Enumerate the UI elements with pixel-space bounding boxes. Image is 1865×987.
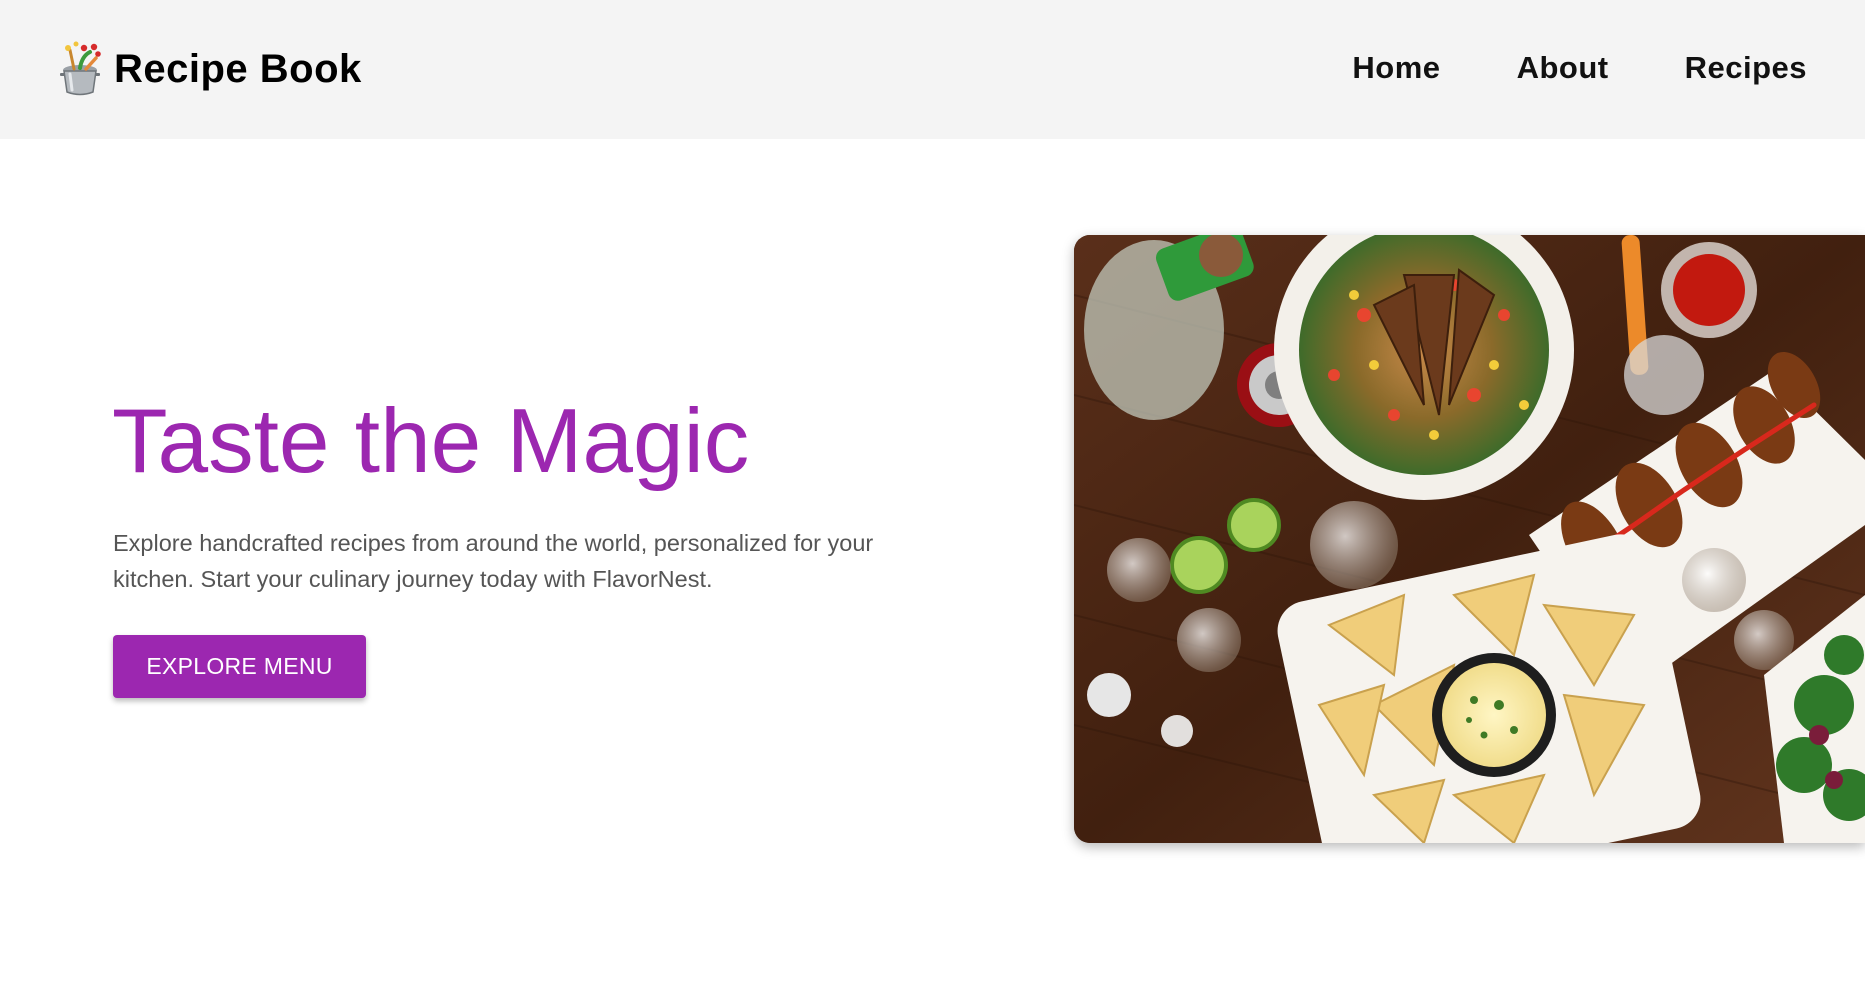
cooking-pot-icon [60, 41, 101, 96]
explore-menu-button[interactable]: EXPLORE MENU [113, 635, 366, 698]
nav-about-link[interactable]: About [1517, 48, 1609, 88]
nav-home-link[interactable]: Home [1352, 48, 1440, 88]
hero-title: Taste the Magic [112, 391, 750, 492]
brand-name: Recipe Book [114, 47, 362, 91]
food-spread-illustration [1074, 235, 1865, 843]
brand[interactable]: Recipe Book [60, 40, 362, 98]
main-nav: Home About Recipes [1276, 48, 1807, 88]
hero-description: Explore handcrafted recipes from around … [113, 530, 874, 592]
site-header: Recipe Book Home About Recipes [0, 0, 1865, 139]
nav-recipes-link[interactable]: Recipes [1685, 48, 1807, 88]
food-spread-image [1074, 235, 1865, 843]
